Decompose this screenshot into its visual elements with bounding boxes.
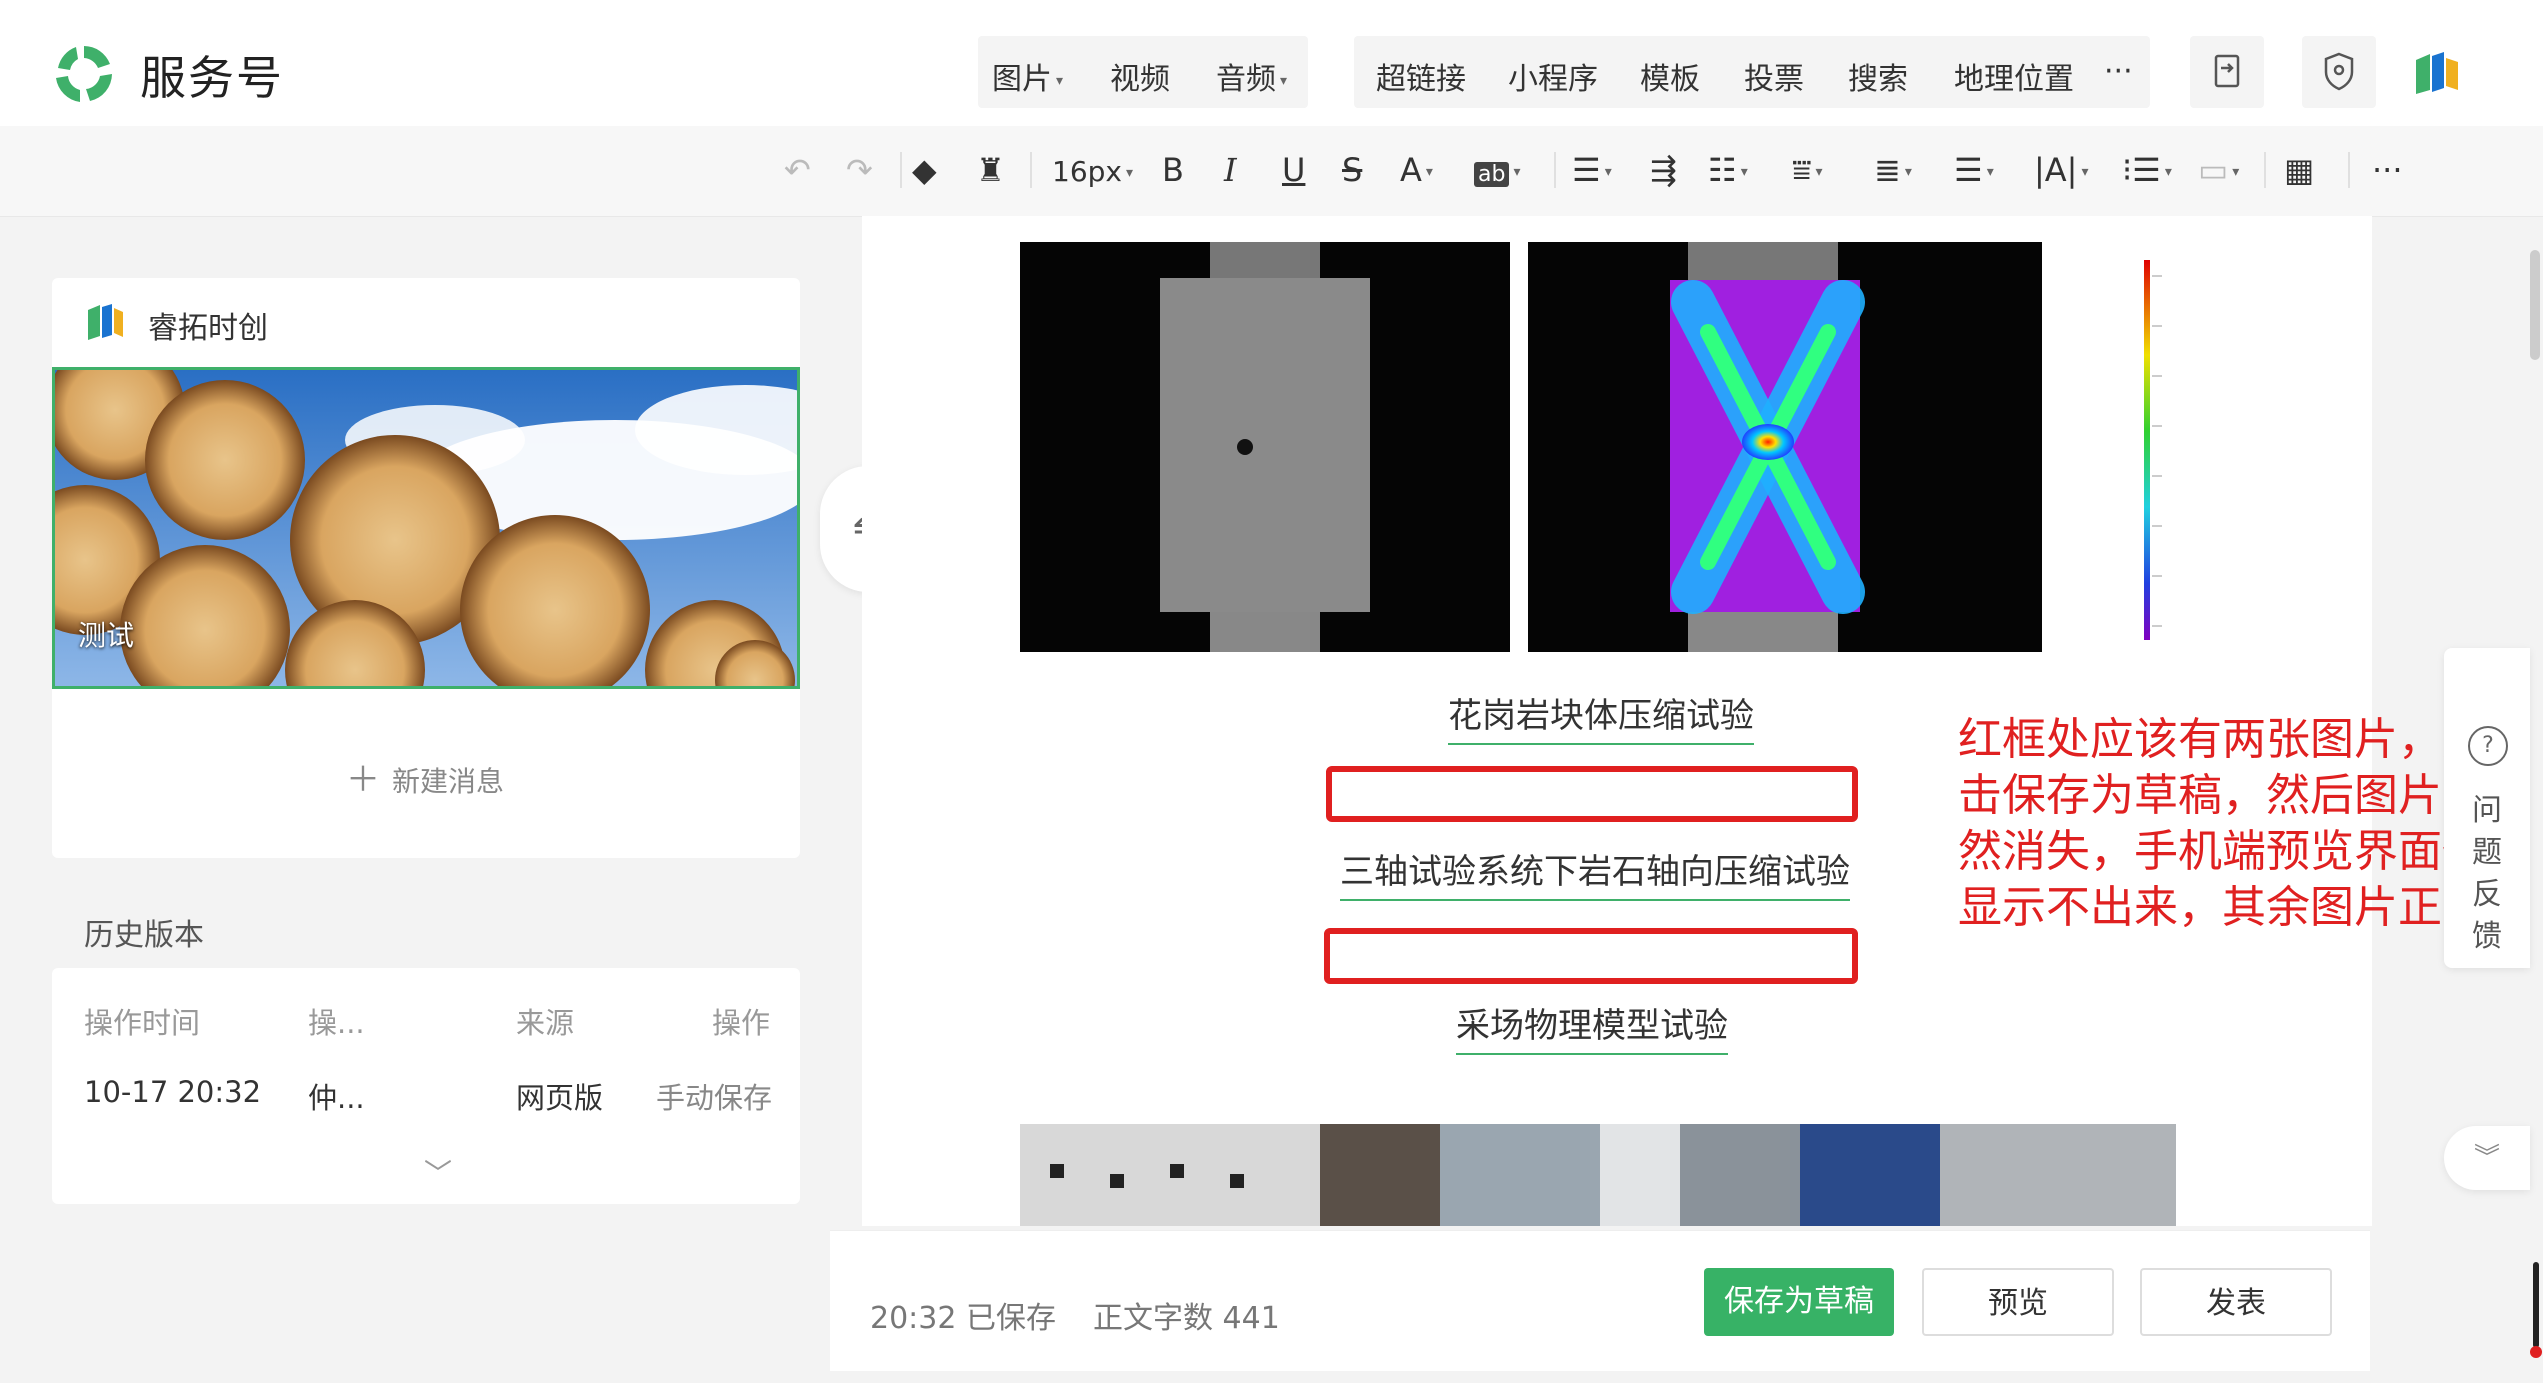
menu-mini-program[interactable]: 小程序 <box>1508 54 1598 98</box>
line-height-icon[interactable]: ≣ ▾ <box>1874 150 1912 192</box>
app-title: 服务号 <box>140 51 284 105</box>
history-header-source: 来源 <box>516 1006 575 1040</box>
list-icon[interactable]: ⁝☰ ▾ <box>2122 150 2172 192</box>
caret-down-icon: ▾ <box>1125 165 1134 181</box>
missing-image-box-1 <box>1326 766 1858 822</box>
caret-down-icon: ▾ <box>1513 164 1521 180</box>
menu-more[interactable]: ··· <box>2104 54 2133 89</box>
menu-image[interactable]: 图片 ▾ <box>992 54 1063 98</box>
underline-button[interactable]: U <box>1282 150 1305 190</box>
caption-model-test[interactable]: 采场物理模型试验 <box>1456 998 1728 1055</box>
color-scale-bar <box>2144 260 2162 640</box>
account-avatar-icon[interactable] <box>2412 50 2460 96</box>
thermometer-icon <box>2530 1262 2542 1358</box>
caret-down-icon: ▾ <box>1056 72 1064 89</box>
toolbar-separator <box>2264 152 2266 188</box>
double-chevron-down-icon: ︾ <box>2473 1143 2500 1173</box>
vertical-align-icon[interactable]: ⩸ ▾ <box>1792 150 1823 192</box>
paragraph-indent-icon[interactable]: ☷ ▾ <box>1708 150 1748 192</box>
italic-button[interactable]: I <box>1224 150 1237 190</box>
menu-search[interactable]: 搜索 <box>1848 54 1908 98</box>
missing-image-box-2 <box>1324 928 1858 984</box>
bold-button[interactable]: B <box>1162 150 1184 190</box>
publish-button[interactable]: 发表 <box>2140 1268 2332 1336</box>
eraser-icon[interactable]: ◆ <box>912 150 937 190</box>
table-icon[interactable]: ▦ <box>2284 150 2314 190</box>
font-color-button[interactable]: A ▾ <box>1400 150 1433 192</box>
feedback-label: 问题反馈 <box>2472 793 2502 954</box>
menu-hyperlink[interactable]: 超链接 <box>1376 54 1466 98</box>
scroll-down-button[interactable]: ︾ <box>2444 1126 2530 1190</box>
account-logo-icon <box>88 304 123 340</box>
granite-specimen-image[interactable] <box>1020 242 1510 652</box>
toolbar-more-button[interactable]: ··· <box>2372 150 2403 190</box>
save-status: 20:32 已保存 <box>870 1301 1057 1336</box>
history-row-time: 10-17 20:32 <box>84 1075 262 1109</box>
account-name: 睿拓时创 <box>148 311 268 346</box>
bug-annotation: 红框处应该有两张图片，点击保存为草稿，然后图片突然消失，手机端预览界面也显示不出… <box>1958 714 2486 933</box>
chevron-down-icon[interactable]: ﹀ <box>424 1152 452 1192</box>
toolbar-separator <box>2348 152 2350 188</box>
lab-equipment-image[interactable] <box>1020 1124 2176 1226</box>
history-row-action[interactable]: 手动保存 <box>656 1075 772 1117</box>
bottom-action-bar <box>830 1230 2370 1371</box>
menu-audio[interactable]: 音频 ▾ <box>1216 54 1287 98</box>
history-header-action: 操作 <box>712 1006 771 1040</box>
format-painter-icon[interactable]: ♜ <box>976 150 1005 190</box>
history-row-source: 网页版 <box>516 1081 604 1115</box>
save-draft-button[interactable]: 保存为草稿 <box>1704 1268 1894 1336</box>
article-cover-image[interactable] <box>52 367 800 689</box>
insert-menu-group: 超链接 小程序 模板 投票 搜索 地理位置 ··· <box>1354 36 2150 108</box>
strikethrough-button[interactable]: S <box>1342 150 1362 190</box>
toolbar-separator <box>1030 152 1032 188</box>
indent-icon[interactable]: ⇶ <box>1650 150 1677 190</box>
toolbar-separator <box>900 152 902 188</box>
menu-template[interactable]: 模板 <box>1640 54 1700 98</box>
caption-triaxial[interactable]: 三轴试验系统下岩石轴向压缩试验 <box>1340 844 1850 901</box>
float-image-icon[interactable]: ▭ ▾ <box>2198 150 2239 192</box>
draft-doc-button[interactable] <box>2190 36 2264 108</box>
app-logo-icon <box>56 46 112 102</box>
security-button[interactable] <box>2302 36 2376 108</box>
plus-icon: ＋ <box>346 760 380 800</box>
history-row-operator: 仲... <box>308 1081 365 1115</box>
menu-location[interactable]: 地理位置 <box>1954 54 2074 98</box>
question-icon: ? <box>2468 726 2508 766</box>
menu-vote[interactable]: 投票 <box>1744 54 1804 98</box>
menu-video[interactable]: 视频 <box>1110 54 1170 98</box>
browser-strip <box>0 0 2543 15</box>
history-title: 历史版本 <box>84 918 204 953</box>
shield-icon <box>2324 52 2354 91</box>
cover-caption: 测试 <box>78 619 135 652</box>
toolbar-separator <box>1554 152 1556 188</box>
caret-down-icon: ▾ <box>1280 72 1288 89</box>
align-icon[interactable]: ☰ ▾ <box>1572 150 1612 192</box>
font-size-select[interactable]: 16px ▾ <box>1052 152 1133 193</box>
caption-granite[interactable]: 花岗岩块体压缩试验 <box>1448 688 1754 745</box>
log-pile-image <box>55 370 797 686</box>
paragraph-spacing-icon[interactable]: ☰ ▾ <box>1954 150 1994 192</box>
strain-field-image[interactable] <box>1528 242 2042 652</box>
background-color-button[interactable]: ab ▾ <box>1474 150 1520 195</box>
word-count: 正文字数 441 <box>1093 1301 1280 1336</box>
undo-icon[interactable]: ↶ <box>784 150 811 190</box>
scrollbar-thumb[interactable] <box>2530 250 2540 360</box>
history-header-time: 操作时间 <box>84 1006 201 1040</box>
preview-button[interactable]: 预览 <box>1922 1268 2114 1336</box>
letter-spacing-icon[interactable]: |A| ▾ <box>2034 150 2088 192</box>
caret-down-icon: ▾ <box>1425 164 1433 180</box>
document-icon <box>2214 54 2240 88</box>
history-header-operator: 操... <box>308 1006 365 1040</box>
redo-icon[interactable]: ↷ <box>846 150 873 190</box>
new-message-button[interactable]: ＋新建消息 <box>346 752 504 801</box>
media-menu-group: 图片 ▾ 视频 音频 ▾ <box>978 36 1308 108</box>
